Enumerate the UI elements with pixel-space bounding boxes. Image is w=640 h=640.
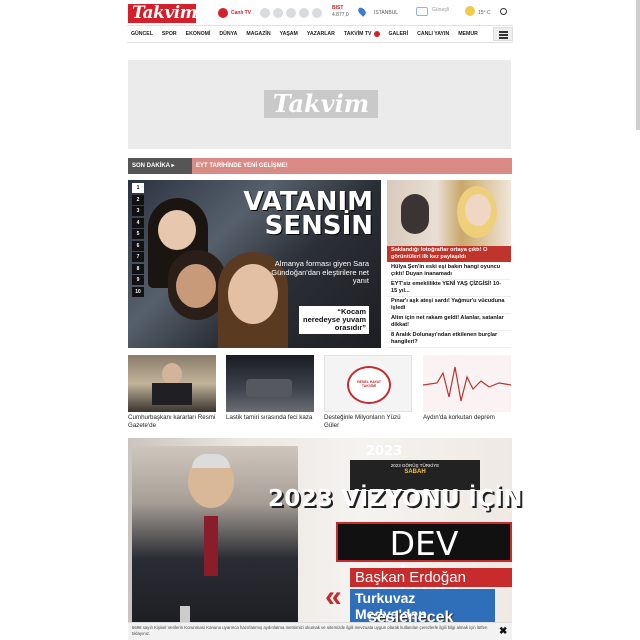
- hero-page-7[interactable]: 7: [132, 252, 144, 262]
- side-person-face: [465, 194, 491, 226]
- breaking-news-label: SON DAKİKA ▸: [128, 158, 192, 174]
- hero-page-3[interactable]: 3: [132, 206, 144, 216]
- side-news-list: Hülya Şen'in eski eşi bakın hangi oyuncu…: [387, 263, 511, 348]
- nav-item-yasam[interactable]: YAŞAM: [280, 31, 298, 37]
- thumb-badge-text: GENEL HAYAT TAKVİMİ: [356, 380, 382, 388]
- nav-item-canli-yayin[interactable]: CANLI YAYIN: [417, 31, 449, 37]
- hero-quote: “Kocam neredeyse yuvam orasıdır”: [299, 306, 369, 334]
- play-icon: [373, 31, 380, 37]
- side-news-item[interactable]: Hülya Şen'in eski eşi bakın hangi oyuncu…: [387, 263, 511, 280]
- nav-item-galeri[interactable]: GALERİ: [389, 31, 409, 37]
- breaking-news-label-text: SON DAKİKA: [132, 163, 170, 169]
- nav-item-guncel[interactable]: GÜNCEL: [131, 31, 153, 37]
- hero-page-10[interactable]: 10: [132, 286, 144, 297]
- finance-label[interactable]: BIST: [332, 5, 343, 11]
- feature-person-tie: [204, 516, 218, 576]
- news-thumb-1-caption[interactable]: Cumhurbaşkanı kararları Resmi Gazete'de: [128, 414, 220, 430]
- search-icon[interactable]: [500, 8, 507, 15]
- nav-item-dunya[interactable]: DÜNYA: [219, 31, 237, 37]
- breaking-news-headline[interactable]: EYT TARİHİNDE YENİ GELİŞME!: [192, 158, 512, 174]
- news-thumb-4[interactable]: [422, 355, 512, 412]
- feature-line-2: DEV ZİRVE: [336, 522, 512, 603]
- hero-headline: VATANIM SENSİN: [243, 187, 373, 241]
- twitter-icon[interactable]: [273, 8, 283, 18]
- nav-item-memur[interactable]: MEMUR: [458, 31, 478, 37]
- arrow-icon: ▸: [171, 163, 175, 169]
- feature-line-1: 2023 VİZYONU İÇİN: [268, 486, 523, 512]
- news-thumb-3[interactable]: GENEL HAYAT TAKVİMİ: [324, 355, 412, 412]
- hero-page-4[interactable]: 4: [132, 217, 144, 228]
- hero-page-1[interactable]: 1: [132, 183, 144, 193]
- nav-item-takvim-tv[interactable]: TAKVİM TV: [344, 31, 380, 37]
- weather-icon: [416, 7, 428, 16]
- rss-icon[interactable]: [312, 8, 322, 18]
- hero-page-2[interactable]: 2: [132, 194, 144, 205]
- nav-item-yazarlar[interactable]: YAZARLAR: [307, 31, 335, 37]
- feature-photo: [132, 446, 298, 634]
- hero-man-face: [176, 264, 216, 308]
- scrollbar[interactable]: [636, 0, 640, 130]
- side-news-item[interactable]: Pınar'ı aşk ateşi sardı! Yağmur'u vücudu…: [387, 297, 511, 314]
- side-news-item[interactable]: EYT'siz emeklilikte YENİ YAŞ ÇİZGİSİ! 10…: [387, 280, 511, 297]
- feature-sub-brand: SABAH: [404, 469, 426, 475]
- hamburger-menu-button[interactable]: [493, 27, 513, 41]
- nav-item-magazin[interactable]: MAGAZİN: [246, 31, 270, 37]
- side-news-image[interactable]: [387, 180, 511, 246]
- thumb-car: [246, 379, 292, 397]
- feature-person-hair: [192, 454, 230, 468]
- hero-slider[interactable]: VATANIM SENSİN Almanya forması giyen Sar…: [128, 180, 381, 348]
- news-thumb-4-caption[interactable]: Aydın'da korkutan deprem: [423, 414, 515, 422]
- hero-page-6[interactable]: 6: [132, 240, 144, 251]
- news-thumb-2-caption[interactable]: Lastik tamiri sırasında feci kaza: [226, 414, 318, 422]
- hero-page-5[interactable]: 5: [132, 229, 144, 239]
- live-tv-link[interactable]: Canlı TV: [231, 10, 251, 16]
- nav-item-ekonomi[interactable]: EKONOMİ: [186, 31, 211, 37]
- close-icon[interactable]: ✖: [499, 626, 507, 637]
- hero-page-8[interactable]: 8: [132, 263, 144, 274]
- weather-label: Güneşli: [432, 7, 449, 13]
- hero-page-9[interactable]: 9: [132, 275, 144, 285]
- news-thumb-1[interactable]: [128, 355, 216, 412]
- live-tv-icon[interactable]: [218, 8, 228, 18]
- chevron-left-icon: «: [325, 580, 342, 613]
- social-icons: [260, 8, 322, 18]
- site-logo[interactable]: Takvim: [128, 4, 198, 23]
- news-thumb-2[interactable]: [226, 355, 314, 412]
- feature-line-3: Başkan Erdoğan: [350, 568, 512, 587]
- youtube-icon[interactable]: [299, 8, 309, 18]
- news-thumb-3-caption[interactable]: Desteğinle Milyonların Yüzü Güler: [324, 414, 416, 430]
- thumb-person-head: [162, 363, 182, 385]
- hero-body: Almanya forması giyen Sara Gündoğan'dan …: [271, 259, 369, 285]
- side-news-caption[interactable]: Saklandığı fotoğraflar ortaya çıktı! O g…: [387, 246, 511, 262]
- menu-line: [499, 34, 508, 36]
- side-news-item[interactable]: Altın için net rakam geldi! Alanlar, sat…: [387, 314, 511, 331]
- main-nav: GÜNCEL SPOR EKONOMİ DÜNYA MAGAZİN YAŞAM …: [127, 25, 513, 43]
- facebook-icon[interactable]: [260, 8, 270, 18]
- ad-placeholder-logo: Takvim: [264, 90, 378, 118]
- side-person2: [401, 194, 429, 234]
- menu-line: [499, 31, 508, 33]
- sun-icon: [465, 6, 475, 16]
- nav-item-spor[interactable]: SPOR: [162, 31, 177, 37]
- menu-line: [499, 37, 508, 39]
- cookie-notice: 6698 sayılı Kişisel Verilerin Korunması …: [128, 622, 512, 640]
- feature-sub-text: 2023 GÖRÜŞ TÜRKİYE: [390, 463, 440, 468]
- instagram-icon[interactable]: [286, 8, 296, 18]
- location-pin-icon: [356, 6, 368, 17]
- seismograph-icon: [422, 366, 512, 402]
- feature-year: 2023: [366, 444, 403, 459]
- side-news-item[interactable]: 8 Aralık Dolunayı'ndan etkilenen burçlar…: [387, 331, 511, 348]
- finance-value: 4.877,0: [332, 12, 349, 18]
- temperature: 15° C: [478, 10, 491, 16]
- thumb-person-body: [152, 383, 192, 405]
- city-selector[interactable]: İSTANBUL: [374, 10, 398, 16]
- hero-pagination: 1 2 3 4 5 6 7 8 9 10: [132, 183, 145, 298]
- nav-item-takvim-tv-label: TAKVİM TV: [343, 31, 372, 37]
